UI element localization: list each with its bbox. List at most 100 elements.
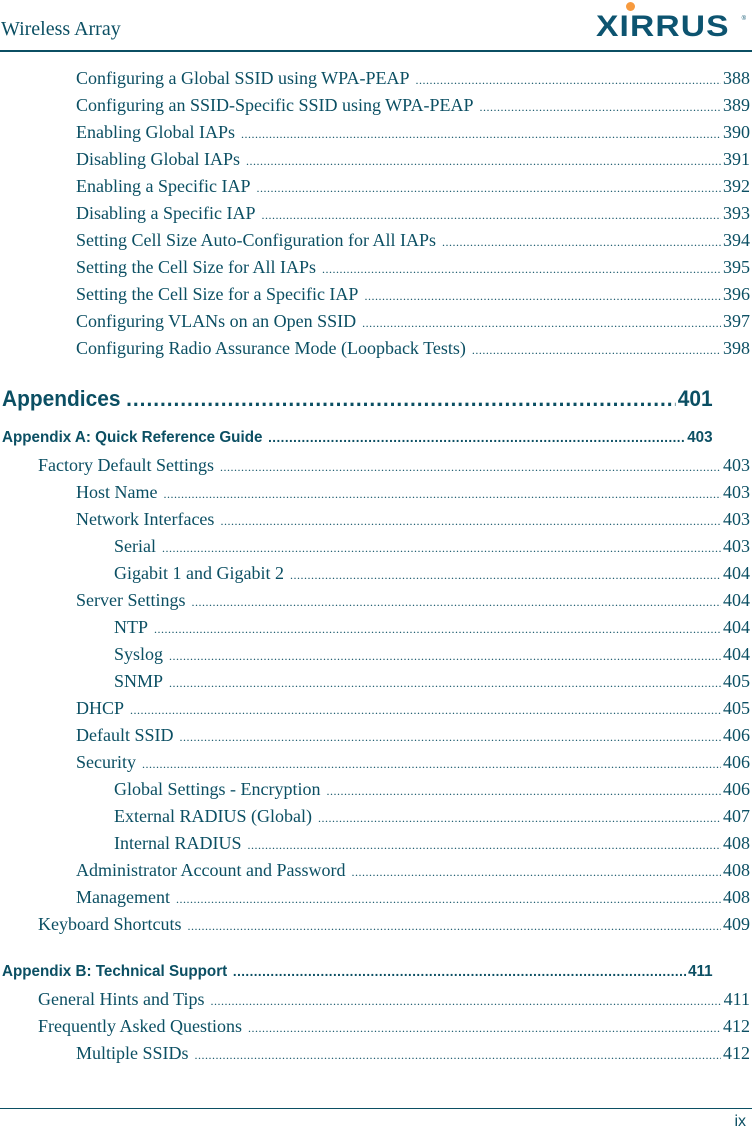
toc-entry-page: 394 [723,230,750,250]
toc-entry-label: Factory Default Settings [38,455,214,475]
toc-entry-page: 405 [723,698,750,718]
toc-entry-page: 407 [723,806,750,826]
dot-leader [261,208,721,223]
toc-entry[interactable]: Configuring a Global SSID using WPA-PEAP… [76,68,750,89]
toc-entry-label: Appendix A: Quick Reference Guide [2,429,263,446]
toc-entry[interactable]: Factory Default Settings 403 [38,455,750,476]
toc-heading[interactable]: Appendices 401 [2,386,713,412]
toc-entry[interactable]: NTP 404 [114,617,750,638]
toc-entry[interactable]: Administrator Account and Password 408 [76,860,750,881]
toc-entry[interactable]: Management 408 [76,887,750,908]
toc-entry[interactable]: Host Name 403 [76,482,750,503]
toc-entry[interactable]: External RADIUS (Global) 407 [114,806,750,827]
toc-entry-label: Configuring Radio Assurance Mode (Loopba… [76,338,466,358]
toc-entry-page: 390 [723,122,750,142]
toc-entry[interactable]: Configuring Radio Assurance Mode (Loopba… [76,338,750,359]
toc-entry-label: Setting Cell Size Auto-Configuration for… [76,230,436,250]
toc-entry-label: Configuring a Global SSID using WPA-PEAP [76,68,410,88]
toc-entry-label: Host Name [76,482,158,502]
dot-leader [326,784,721,799]
page-number: ix [734,1113,746,1130]
dot-leader [126,386,676,412]
toc-entry-label: Disabling a Specific IAP [76,203,256,223]
logo-wordmark: XIRRUS [596,10,730,43]
toc-entry[interactable]: Enabling a Specific IAP 392 [76,176,750,197]
dot-leader [241,127,721,142]
toc-entry[interactable]: Keyboard Shortcuts 409 [38,914,750,935]
toc-entry-page: 408 [723,833,750,853]
toc-entry[interactable]: Configuring an SSID-Specific SSID using … [76,95,750,116]
toc-entry[interactable]: Enabling Global IAPs 390 [76,122,750,143]
dot-leader [248,1021,721,1036]
running-header-title: Wireless Array [1,18,121,40]
toc-heading[interactable]: Appendix A: Quick Reference Guide 403 [2,429,713,447]
toc-entry-label: Internal RADIUS [114,833,242,853]
toc-entry-page: 411 [723,989,750,1009]
toc-entry[interactable]: Serial 403 [114,536,750,557]
toc-entry-page: 408 [723,887,750,907]
dot-leader [480,100,721,115]
toc-entry-label: Gigabit 1 and Gigabit 2 [114,563,284,583]
toc-entry[interactable]: Network Interfaces 403 [76,509,750,530]
toc-entry[interactable]: Setting the Cell Size for All IAPs 395 [76,257,750,278]
toc-entry-page: 406 [723,779,750,799]
toc-entry-label: Management [76,887,170,907]
toc-entry-label: General Hints and Tips [38,989,205,1009]
toc-entry-label: Security [76,752,136,772]
toc-entry-label: External RADIUS (Global) [114,806,312,826]
toc-heading[interactable]: Appendix B: Technical Support 411 [2,963,713,981]
toc-entry-page: 389 [723,95,750,115]
toc-entry[interactable]: Server Settings 404 [76,590,750,611]
toc-entry-label: SNMP [114,671,164,691]
toc-entry-page: 406 [723,725,750,745]
toc-entry-page: 403 [723,455,750,475]
toc-entry-label: Keyboard Shortcuts [38,914,182,934]
toc-entry-page: 404 [723,590,750,610]
toc-entry[interactable]: Gigabit 1 and Gigabit 2 404 [114,563,750,584]
toc-entry-page: 403 [723,482,750,502]
toc-entry[interactable]: Global Settings - Encryption 406 [114,779,750,800]
dot-leader [247,838,721,853]
toc-entry-page: 404 [723,563,750,583]
toc-entry[interactable]: Configuring VLANs on an Open SSID 397 [76,311,750,332]
toc-entry[interactable]: Multiple SSIDs 412 [76,1043,750,1064]
toc-entry-label: Setting the Cell Size for a Specific IAP [76,284,359,304]
toc-entry-label: Frequently Asked Questions [38,1016,242,1036]
toc-entry[interactable]: Default SSID 406 [76,725,750,746]
dot-leader [195,1048,721,1063]
toc-entry[interactable]: Disabling Global IAPs 391 [76,149,750,170]
dot-leader [163,487,721,502]
toc-entry[interactable]: Disabling a Specific IAP 393 [76,203,750,224]
toc-entry[interactable]: Setting the Cell Size for a Specific IAP… [76,284,750,305]
toc-entry-page: 404 [723,644,750,664]
dot-leader [472,343,721,358]
toc-entry-label: Multiple SSIDs [76,1043,189,1063]
toc-entry-label: Configuring an SSID-Specific SSID using … [76,95,474,115]
toc-entry[interactable]: Setting Cell Size Auto-Configuration for… [76,230,750,251]
dot-leader [351,865,721,880]
toc-entry-page: 408 [723,860,750,880]
toc-entry[interactable]: Frequently Asked Questions 412 [38,1016,750,1037]
toc-entry-label: Network Interfaces [76,509,215,529]
dot-leader [416,73,721,88]
toc-entry-page: 404 [723,617,750,637]
header-rule [0,50,752,52]
toc-entry[interactable]: SNMP 405 [114,671,750,692]
dot-leader [362,316,721,331]
toc-entry-page: 396 [723,284,750,304]
toc-entry-page: 388 [723,68,750,88]
dot-leader [192,595,722,610]
toc-entry-label: Appendices [2,386,121,411]
dot-leader [290,568,721,583]
dot-leader [246,154,721,169]
dot-leader [130,703,721,718]
toc-entry-page: 397 [723,311,750,331]
toc-entry[interactable]: Security 406 [76,752,750,773]
toc-entry[interactable]: Internal RADIUS 408 [114,833,750,854]
toc-entry-label: Configuring VLANs on an Open SSID [76,311,357,331]
toc-entry[interactable]: DHCP 405 [76,698,750,719]
footer-rule [0,1108,752,1109]
toc-entry[interactable]: General Hints and Tips 411 [38,989,750,1010]
toc-entry[interactable]: Syslog 404 [114,644,750,665]
dot-leader [220,460,721,475]
